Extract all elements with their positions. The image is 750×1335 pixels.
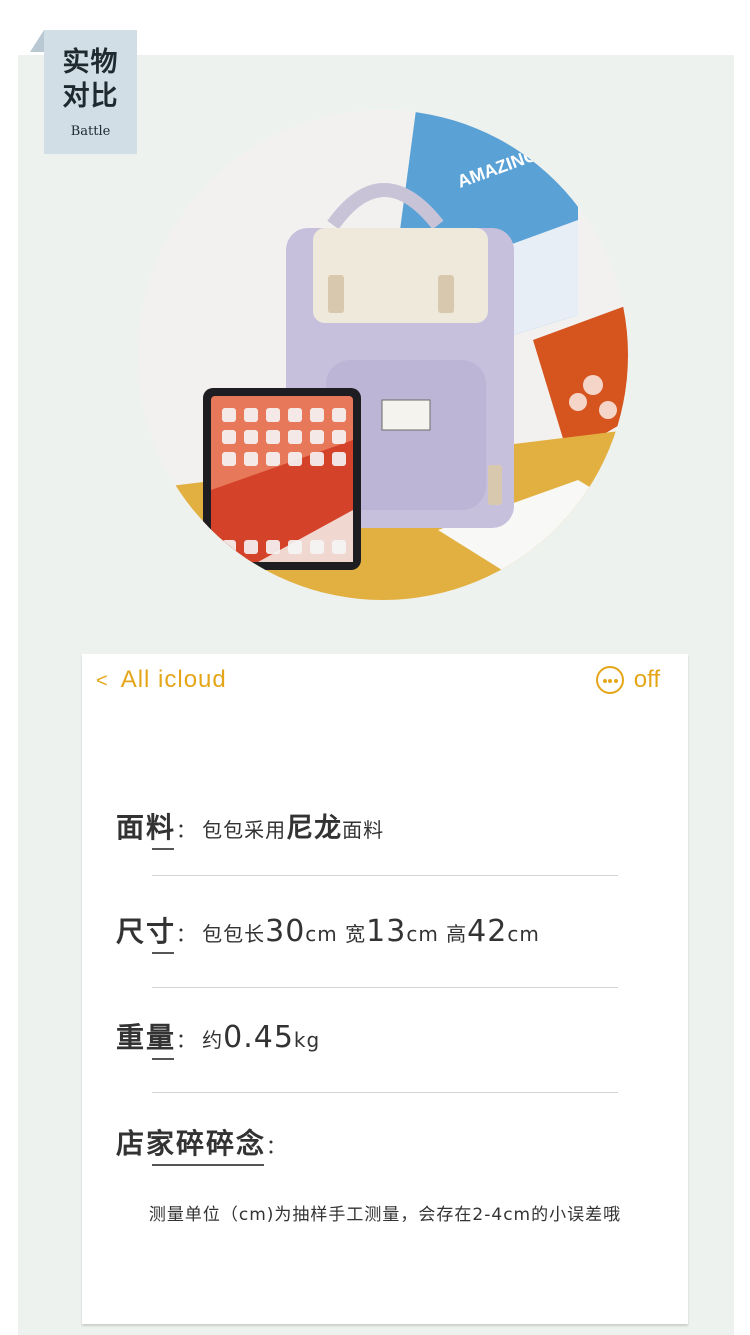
product-photo: AMAZING [138, 110, 628, 600]
divider [152, 875, 618, 876]
more-label: off [633, 666, 660, 693]
chevron-left-icon: < [96, 670, 109, 692]
spec-value-part: 尼龙 [286, 813, 343, 844]
spec-row-size: 尺寸： 包包长30cm 宽13cm 高42cm [116, 914, 540, 949]
spec-value-part: cm 宽 [305, 922, 367, 946]
spec-number: 0.45 [223, 1020, 294, 1055]
shop-note-key: 店家碎碎念 [116, 1127, 267, 1160]
spec-key: 重量 [116, 1021, 177, 1054]
spec-number: 30 [265, 914, 306, 949]
spec-value-part: 约 [202, 1028, 224, 1052]
back-button[interactable]: < All icloud [96, 666, 227, 694]
spec-row-material: 面料： 包包采用尼龙面料 [116, 811, 385, 844]
spec-number: 42 [467, 914, 508, 949]
more-options-icon [595, 666, 624, 694]
divider [152, 1092, 618, 1093]
spec-key: 面料 [116, 811, 177, 844]
section-label-title: 实物 对比 [62, 47, 119, 112]
notes-card: < All icloud off 面料： 包包采用尼龙面料 尺寸： 包包长30cm… [82, 654, 688, 1324]
section-label: 实物 对比 Battle [44, 30, 137, 154]
spec-value-part: 面料 [342, 818, 385, 842]
backpack-with-tablet-illustration: AMAZING [138, 110, 628, 600]
background-edge [734, 58, 750, 1335]
notes-header: < All icloud off [82, 654, 688, 704]
shop-note-row: 店家碎碎念： [116, 1127, 288, 1160]
shop-note-text: 测量单位（cm)为抽样手工测量，会存在2-4cm的小误差哦 [148, 1205, 622, 1225]
spec-value-part: cm 高 [406, 922, 468, 946]
spec-value-part: 包包长 [202, 922, 266, 946]
spec-row-weight: 重量： 约0.45kg [116, 1020, 321, 1055]
spec-value-part: cm [507, 922, 540, 946]
more-button[interactable]: off [595, 666, 660, 694]
spec-value-part: 包包采用 [202, 818, 287, 842]
spec-key: 尺寸 [116, 915, 177, 948]
tablet [203, 388, 361, 570]
spec-value-part: kg [293, 1028, 321, 1052]
back-label: All icloud [120, 666, 227, 693]
section-label-subtitle: Battle [70, 124, 111, 139]
spec-number: 13 [366, 914, 407, 949]
label-fold [30, 30, 44, 52]
divider [152, 987, 618, 988]
